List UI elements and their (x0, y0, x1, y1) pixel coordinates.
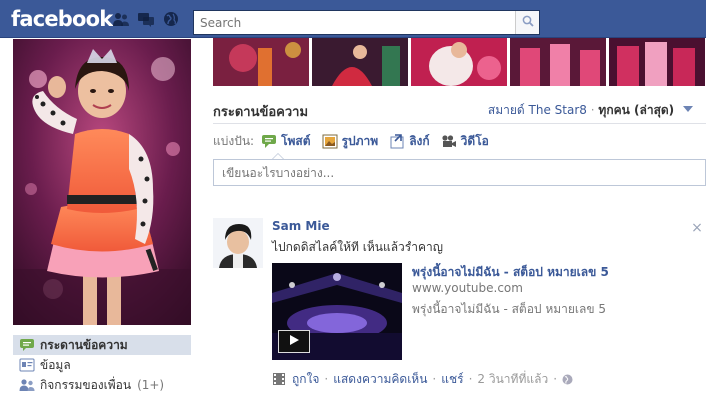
recent-photos-strip (213, 38, 706, 86)
share-status-button[interactable]: โพสต์ (261, 132, 311, 151)
story-timestamp[interactable]: 2 วินาทีที่แล้ว (477, 370, 548, 389)
wall-filter-owner[interactable]: สมายด์ The Star8 (488, 103, 587, 117)
search-button[interactable] (515, 11, 539, 34)
like-link[interactable]: ถูกใจ (292, 370, 319, 389)
separator-dot: · (468, 372, 473, 386)
facebook-logo[interactable]: facebook (11, 7, 113, 31)
story-author-name[interactable]: Sam Mie (272, 219, 330, 233)
status-speech-icon (261, 133, 277, 149)
wall-title: กระดานข้อความ (213, 105, 309, 120)
share-link-button[interactable]: ลิงก์ (389, 132, 430, 151)
video-camera-icon (441, 133, 457, 149)
separator-dot: · (590, 103, 595, 117)
facebook-profile-page: facebook Search กระดานข้อความ ข้อมูล กิจ… (0, 0, 706, 401)
friends-activity-icon (19, 377, 35, 393)
share-link[interactable]: แชร์ (441, 370, 463, 389)
messages-icon[interactable] (137, 11, 155, 27)
search-icon (522, 15, 534, 30)
wall-filter[interactable]: สมายด์ The Star8 · ทุกคน (ล่าสุด) (488, 101, 693, 120)
story-message: ไปกดดิสไลค์ให้ที เห็นแล้วรำคาญ (272, 240, 443, 254)
friend-requests-icon[interactable] (112, 11, 130, 27)
chevron-down-icon[interactable] (683, 106, 693, 112)
left-nav-item-label: ข้อมูล (40, 357, 71, 372)
share-option-label: วิดีโอ (460, 133, 489, 148)
share-photo-button[interactable]: รูปภาพ (322, 132, 379, 151)
photo-thumbnail[interactable] (510, 38, 606, 86)
search-box (193, 10, 540, 35)
notifications-globe-icon[interactable] (162, 11, 180, 27)
composer-share-row: แบ่งปัน: โพสต์ รูปภาพ ลิงก์ วิดีโอ (213, 131, 706, 151)
share-label: แบ่งปัน: (213, 133, 255, 148)
photo-thumbnail[interactable] (213, 38, 309, 86)
wall-filter-all-recent[interactable]: ทุกคน (ล่าสุด) (598, 103, 674, 117)
play-button[interactable] (278, 330, 310, 353)
left-nav-item-label: กิจกรรมของเพื่อน (40, 377, 132, 392)
profile-picture[interactable] (13, 39, 191, 325)
separator-dot: · (432, 372, 437, 386)
photo-thumbnail[interactable] (411, 38, 507, 86)
close-icon[interactable]: × (691, 221, 703, 235)
composer-input[interactable] (213, 159, 706, 186)
photo-icon (322, 133, 338, 149)
share-option-label: ลิงก์ (409, 133, 430, 148)
photo-thumbnail[interactable] (609, 38, 705, 86)
photo-thumbnail[interactable] (312, 38, 408, 86)
top-bar: facebook (0, 0, 706, 38)
play-icon (288, 334, 300, 349)
search-input[interactable] (194, 11, 516, 34)
left-nav-item-friend-activity[interactable]: กิจกรรมของเพื่อน (1+) (13, 375, 191, 395)
comment-link[interactable]: แสดงความคิดเห็น (333, 370, 427, 389)
info-card-icon (19, 357, 35, 373)
shared-link-description: พรุ่งนี้อาจไม่มีฉัน - สต็อป หมายเลข 5 (412, 302, 607, 316)
video-attachment-icon (272, 371, 288, 387)
left-nav-item-label: กระดานข้อความ (40, 337, 128, 352)
left-nav-item-count: (1+) (137, 378, 165, 392)
video-thumbnail[interactable] (272, 263, 402, 360)
shared-link-title[interactable]: พรุ่งนี้อาจไม่มีฉัน - สต็อป หมายเลข 5 (412, 263, 609, 282)
separator-dot: · (553, 372, 558, 386)
wall-speech-bubble-icon (19, 337, 35, 353)
story-actions: ถูกใจ · แสดงความคิดเห็น · แชร์ · 2 วินาท… (272, 371, 573, 387)
privacy-globe-icon[interactable] (562, 374, 573, 385)
wall-header: กระดานข้อความ สมายด์ The Star8 · ทุกคน (… (213, 94, 706, 124)
share-video-button[interactable]: วิดีโอ (441, 132, 489, 151)
link-icon (389, 133, 405, 149)
share-option-label: รูปภาพ (341, 133, 379, 148)
separator-dot: · (324, 372, 329, 386)
story-author-avatar[interactable] (213, 218, 263, 268)
left-nav-item-wall[interactable]: กระดานข้อความ (13, 335, 191, 355)
left-nav-item-info[interactable]: ข้อมูล (13, 355, 191, 375)
share-option-label: โพสต์ (281, 133, 311, 148)
shared-link-domain: www.youtube.com (412, 281, 523, 295)
profile-left-nav: กระดานข้อความ ข้อมูล กิจกรรมของเพื่อน (1… (13, 335, 191, 395)
